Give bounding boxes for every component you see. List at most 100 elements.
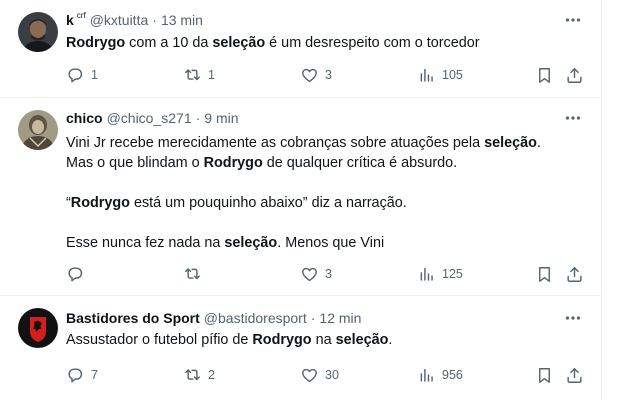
repost-button[interactable]: 2	[183, 365, 215, 385]
display-name[interactable]: k	[66, 12, 74, 28]
repost-icon	[183, 265, 202, 284]
avatar[interactable]	[18, 308, 58, 348]
tweet-header: k crf @kxtuitta · 13 min	[66, 10, 203, 30]
display-name[interactable]: Bastidores do Sport	[66, 310, 200, 326]
repost-icon	[183, 66, 202, 85]
share-icon	[565, 66, 584, 85]
avatar-photo-icon	[18, 110, 58, 150]
username[interactable]: @kxtuitta	[90, 12, 149, 28]
like-button[interactable]: 3	[300, 264, 332, 284]
highlighted-term: Rodrygo	[66, 35, 126, 51]
separator-dot: ·	[195, 110, 201, 126]
heart-icon	[300, 366, 319, 385]
text-run: Esse nunca fez nada na	[66, 235, 225, 251]
timestamp[interactable]: 13 min	[161, 12, 203, 28]
text-run: está um pouquinho abaixo” diz a narração…	[129, 195, 407, 211]
reply-count: 1	[91, 68, 98, 82]
highlighted-term: seleção	[224, 235, 278, 251]
reply-count: 7	[91, 368, 98, 382]
tweet-text-line: “Rodrygo está um pouquinho abaixo” diz a…	[66, 193, 586, 213]
repost-button[interactable]: 1	[183, 65, 215, 85]
tweet-header: Bastidores do Sport @bastidoresport · 12…	[66, 308, 361, 328]
reply-button[interactable]: 1	[66, 65, 98, 85]
text-run: Vini Jr recebe merecidamente as cobrança…	[66, 135, 485, 151]
highlighted-term: Rodrygo	[252, 332, 312, 348]
bookmark-button[interactable]	[535, 65, 554, 85]
action-bar: 3 125	[0, 264, 601, 284]
more-button[interactable]	[563, 108, 583, 128]
display-name[interactable]: chico	[66, 110, 103, 126]
highlighted-term: Rodrygo	[203, 155, 263, 171]
share-icon	[565, 366, 584, 385]
avatar[interactable]	[18, 110, 58, 150]
reply-button[interactable]	[66, 264, 91, 284]
views-button[interactable]: 125	[417, 264, 463, 284]
repost-button[interactable]	[183, 264, 208, 284]
share-icon	[565, 265, 584, 284]
bookmark-button[interactable]	[535, 365, 554, 385]
text-run: .	[388, 332, 393, 348]
tweet-text: Assustador o futebol pífio de Rodrygo na…	[66, 330, 586, 350]
page-background	[602, 0, 622, 400]
tweet-text-line: Mas o que blindam o Rodrygo de qualquer …	[66, 153, 586, 173]
username[interactable]: @bastidoresport	[204, 310, 307, 326]
avatar[interactable]	[18, 12, 58, 52]
tweet-text-line: Esse nunca fez nada na seleção. Menos qu…	[66, 233, 586, 253]
reply-icon	[66, 366, 85, 385]
display-name-suffix: crf	[76, 10, 86, 20]
like-button[interactable]: 3	[300, 65, 332, 85]
lion-logo-icon	[18, 308, 58, 348]
action-bar: 7 2 30 956	[0, 365, 601, 385]
tweet-header: chico @chico_s271 · 9 min	[66, 108, 239, 128]
share-button[interactable]	[565, 365, 584, 385]
more-button[interactable]	[563, 10, 583, 30]
views-icon	[417, 66, 436, 85]
bookmark-icon	[535, 265, 554, 284]
text-run: com a 10 da	[125, 35, 213, 51]
more-icon	[565, 18, 581, 22]
text-run: na	[311, 332, 336, 348]
reply-button[interactable]: 7	[66, 365, 98, 385]
highlighted-term: seleção	[212, 35, 266, 51]
text-run: Assustador o futebol pífio de	[66, 332, 253, 348]
views-count: 956	[442, 368, 463, 382]
more-icon	[565, 316, 581, 320]
share-button[interactable]	[565, 65, 584, 85]
action-bar: 1 1 3 105	[0, 65, 601, 85]
timestamp[interactable]: 9 min	[204, 110, 238, 126]
separator-dot: ·	[310, 310, 316, 326]
share-button[interactable]	[565, 264, 584, 284]
highlighted-term: seleção	[484, 135, 537, 151]
tweet-text-line: Assustador o futebol pífio de Rodrygo na…	[66, 330, 586, 350]
repost-count: 1	[208, 68, 215, 82]
avatar-photo-icon	[18, 12, 58, 52]
tweet-text: Vini Jr recebe merecidamente as cobrança…	[66, 133, 586, 253]
timeline-feed: k crf @kxtuitta · 13 min Rodrygo com a 1…	[0, 0, 602, 400]
tweet-text-line: Rodrygo com a 10 da seleção é um desresp…	[66, 33, 586, 53]
views-count: 125	[442, 267, 463, 281]
bookmark-icon	[535, 366, 554, 385]
text-run: Mas o que blindam o	[66, 155, 204, 171]
username[interactable]: @chico_s271	[107, 110, 192, 126]
more-button[interactable]	[563, 308, 583, 328]
views-button[interactable]: 956	[417, 365, 463, 385]
timestamp[interactable]: 12 min	[319, 310, 361, 326]
repost-icon	[183, 366, 202, 385]
bookmark-button[interactable]	[535, 264, 554, 284]
tweet[interactable]: k crf @kxtuitta · 13 min Rodrygo com a 1…	[0, 0, 601, 98]
like-button[interactable]: 30	[300, 365, 339, 385]
text-run: . Menos que Vini	[277, 235, 385, 251]
reply-icon	[66, 265, 85, 284]
tweet[interactable]: chico @chico_s271 · 9 min Vini Jr recebe…	[0, 98, 601, 296]
like-count: 30	[325, 368, 339, 382]
separator-dot: ·	[152, 12, 157, 28]
heart-icon	[300, 66, 319, 85]
views-button[interactable]: 105	[417, 65, 463, 85]
more-icon	[565, 116, 581, 120]
highlighted-term: Rodrygo	[70, 195, 130, 211]
bookmark-icon	[535, 66, 554, 85]
tweet[interactable]: Bastidores do Sport @bastidoresport · 12…	[0, 296, 601, 400]
views-icon	[417, 265, 436, 284]
views-icon	[417, 366, 436, 385]
